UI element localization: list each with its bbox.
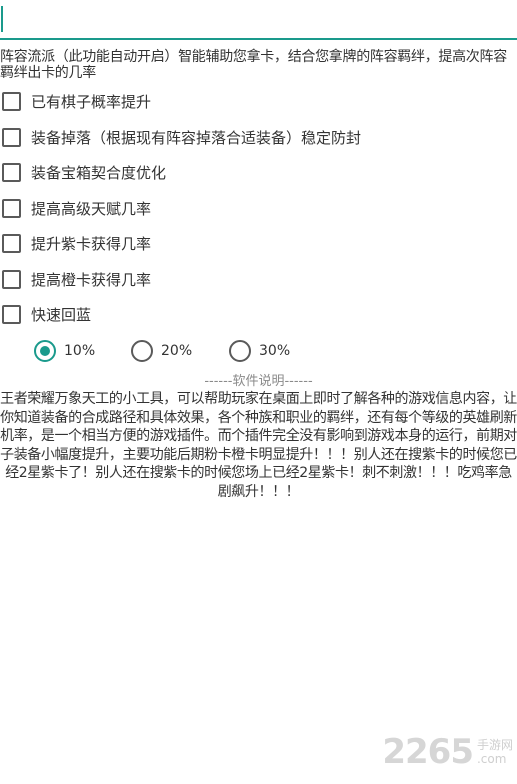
option-checkbox[interactable] — [2, 198, 21, 218]
top-input-field[interactable] — [0, 0, 517, 40]
rate-radio-30[interactable]: 30% — [229, 338, 290, 364]
rate-radio-10[interactable]: 10% — [34, 338, 95, 364]
option-label: 装备宝箱契合度优化 — [31, 163, 167, 182]
option-checkbox[interactable] — [2, 127, 21, 147]
radio-label: 20% — [161, 343, 193, 359]
radio-label: 10% — [64, 343, 96, 359]
option-checkbox[interactable] — [2, 304, 21, 324]
option-row-purple-card[interactable]: 提升紫卡获得几率 — [0, 230, 151, 256]
section-title: ------软件说明------ — [204, 374, 313, 389]
radio-label: 30% — [259, 343, 291, 359]
option-row-chest-match[interactable]: 装备宝箱契合度优化 — [0, 159, 166, 185]
option-row-existing-pieces[interactable]: 已有棋子概率提升 — [0, 88, 151, 114]
option-checkbox[interactable] — [2, 233, 21, 253]
watermark-suffix: 手游网 — [476, 738, 513, 752]
option-label: 装备掉落（根据现有阵容掉落合适装备）稳定防封 — [31, 128, 362, 147]
radio-button-selected[interactable] — [34, 340, 56, 362]
option-label: 提高橙卡获得几率 — [31, 270, 152, 289]
radio-button[interactable] — [131, 340, 153, 362]
software-description: 王者荣耀万象天工的小工具，可以帮助玩家在桌面上即时了解各种的游戏信息内容，让你知… — [0, 391, 517, 500]
watermark-text: 手游网 .com — [477, 738, 513, 766]
option-label: 已有棋子概率提升 — [31, 92, 152, 111]
watermark-suffix-domain: .com — [476, 752, 507, 766]
option-label: 提升紫卡获得几率 — [31, 234, 152, 253]
watermark-number: 2265 — [382, 732, 474, 772]
option-row-orange-card[interactable]: 提高橙卡获得几率 — [0, 266, 151, 292]
option-row-equipment-drop[interactable]: 装备掉落（根据现有阵容掉落合适装备）稳定防封 — [0, 124, 361, 150]
option-checkbox[interactable] — [2, 162, 21, 182]
option-label: 快速回蓝 — [31, 305, 92, 324]
rate-radio-group: 10% 20% 30% — [0, 338, 517, 364]
site-watermark-logo: 2265 手游网 .com — [382, 732, 513, 772]
radio-button[interactable] — [229, 340, 251, 362]
option-row-talent-rate[interactable]: 提高高级天赋几率 — [0, 195, 151, 221]
rate-radio-20[interactable]: 20% — [131, 338, 192, 364]
intro-text: 阵容流派（此功能自动开启）智能辅助您拿卡，结合您拿牌的阵容羁绊，提高次阵容羁绊出… — [0, 49, 507, 81]
option-row-fast-mana[interactable]: 快速回蓝 — [0, 301, 91, 327]
text-cursor — [1, 6, 3, 32]
option-checkbox[interactable] — [2, 91, 21, 111]
option-label: 提高高级天赋几率 — [31, 199, 152, 218]
option-checkbox[interactable] — [2, 269, 21, 289]
